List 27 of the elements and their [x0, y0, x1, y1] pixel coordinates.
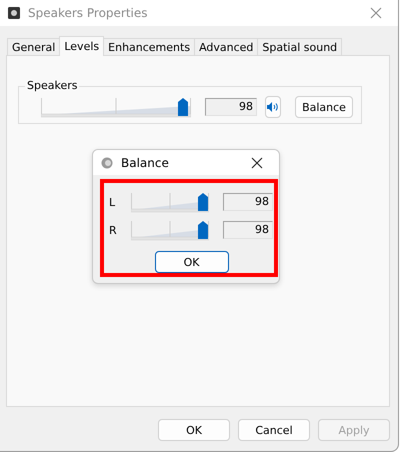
channel-label: R — [109, 224, 118, 236]
close-icon — [251, 156, 263, 168]
ok-button[interactable]: OK — [154, 251, 228, 273]
dialog-button[interactable]: OK — [158, 419, 230, 441]
tab[interactable]: Levels — [59, 36, 104, 56]
tab[interactable]: General — [7, 38, 60, 56]
group-title: Speakers — [25, 79, 80, 92]
dialog-title: Balance — [121, 156, 170, 170]
volume-slider[interactable] — [131, 219, 209, 241]
channel-label: L — [109, 196, 116, 208]
speaker-box-icon — [8, 7, 20, 19]
dialog-button[interactable]: Cancel — [238, 419, 310, 441]
slider-thumb[interactable] — [178, 98, 188, 116]
window-title: Speakers Properties — [28, 6, 149, 20]
mute-button[interactable] — [265, 96, 281, 118]
channel-value[interactable]: 98 — [223, 193, 273, 211]
volume-value[interactable]: 98 — [205, 98, 257, 116]
volume-slider[interactable] — [131, 191, 209, 213]
tab[interactable]: Spatial sound — [257, 38, 342, 56]
close-button[interactable] — [249, 154, 265, 170]
slider-thumb[interactable] — [198, 193, 208, 211]
channel-value[interactable]: 98 — [223, 221, 273, 239]
speaker-icon — [101, 156, 113, 168]
slider-thumb[interactable] — [198, 221, 208, 239]
close-icon — [370, 7, 382, 19]
balance-button[interactable]: Balance — [295, 96, 353, 118]
volume-slider[interactable] — [41, 96, 191, 118]
